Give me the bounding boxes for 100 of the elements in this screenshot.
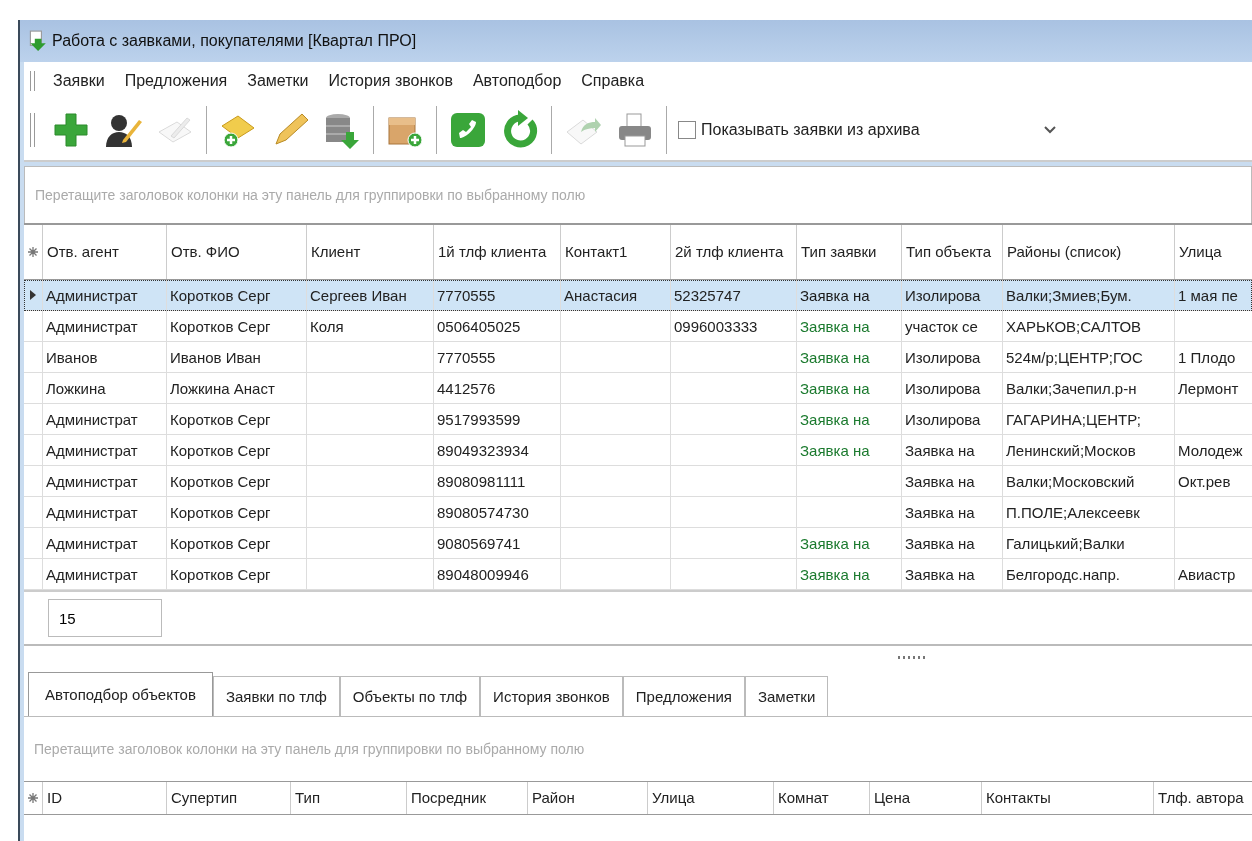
table-row[interactable]: Администрат Коротков Серг 89048009946 Заявка на Заявка на Белгородс.напр. Авиастр — [24, 559, 1252, 590]
tab[interactable]: Объекты по тлф — [339, 676, 481, 716]
table-cell: Заявка на — [905, 565, 975, 583]
table-row[interactable]: Администрат Коротков Серг Сергеев Иван 7770555 Анастасия 52325747 Заявка на Изолирова Валки;Змиев;Бум. 1 мая пе — [24, 280, 1252, 311]
column-header[interactable]: 2й тлф клиента — [670, 225, 796, 279]
column-header[interactable]: Тлф. автора — [1153, 782, 1252, 814]
tab[interactable]: Заметки — [744, 676, 829, 716]
table-cell: 89049323934 — [437, 441, 529, 459]
table-cell: Валки;Змиев;Бум. — [1006, 286, 1132, 304]
table-cell: ХАРЬКОВ;САЛТОВ — [1006, 317, 1142, 335]
table-cell: Коротков Серг — [170, 503, 271, 521]
table-cell: 9080569741 — [437, 534, 521, 552]
column-header[interactable]: ID — [42, 782, 166, 814]
menu-item[interactable]: История звонков — [318, 72, 463, 90]
column-header[interactable]: Тип объекта — [901, 225, 1002, 279]
table-cell: 89080981111 — [437, 472, 526, 490]
table-cell: Заявка на — [800, 379, 870, 397]
table-cell: 524м/р;ЦЕНТР;ГОС — [1006, 348, 1143, 366]
table-cell: Коротков Серг — [170, 286, 271, 304]
column-header[interactable]: Район — [527, 782, 647, 814]
tab[interactable]: Автоподбор объектов — [28, 672, 213, 716]
table-cell: Иванов Иван — [170, 348, 261, 366]
column-header[interactable]: Цена — [869, 782, 981, 814]
table-cell: Заявка на — [800, 286, 870, 304]
table-cell: Заявка на — [905, 441, 975, 459]
column-header[interactable]: Улица — [647, 782, 773, 814]
table-row[interactable]: Администрат Коротков Серг 89080981111 Заявка на Валки;Московский Окт.рев — [24, 466, 1252, 497]
table-cell: Коротков Серг — [170, 472, 271, 490]
column-header[interactable]: Тип — [290, 782, 406, 814]
table-cell: Сергеев Иван — [310, 286, 407, 304]
table-cell: 0996003333 — [674, 317, 758, 335]
checkbox[interactable] — [678, 121, 696, 139]
table-row[interactable]: Ложкина Ложкина Анаст 4412576 Заявка на Изолирова Валки;Зачепил.р-н Лермонт — [24, 373, 1252, 404]
group-panel-hint: Перетащите заголовок колонки на эту панель для группировки по выбранному полю — [34, 741, 585, 757]
table-cell: Белгородс.напр. — [1006, 565, 1120, 583]
table-cell: 52325747 — [674, 286, 741, 304]
table-row[interactable]: Иванов Иванов Иван 7770555 Заявка на Изолирова 524м/р;ЦЕНТР;ГОС 1 Плодо — [24, 342, 1252, 373]
group-panel-hint: Перетащите заголовок колонки на эту панель для группировки по выбранному полю — [35, 187, 586, 203]
table-row[interactable]: Администрат Коротков Серг Коля 0506405025 0996003333 Заявка на участок се ХАРЬКОВ;САЛТОВ — [24, 311, 1252, 342]
table-cell: Заявка на — [905, 534, 975, 552]
table-row[interactable]: Администрат Коротков Серг 9080569741 Заявка на Заявка на Галицький;Валки — [24, 528, 1252, 559]
column-header[interactable]: Районы (список) — [1002, 225, 1174, 279]
table-cell: Ленинский;Москов — [1006, 441, 1136, 459]
table-cell: Анастасия — [564, 286, 638, 304]
table-cell: 1 мая пе — [1178, 286, 1238, 304]
column-header[interactable]: Клиент — [306, 225, 433, 279]
table-cell: Заявка на — [800, 441, 870, 459]
table-cell: ГАГАРИНА;ЦЕНТР; — [1006, 410, 1141, 428]
table-row[interactable]: Администрат Коротков Серг 89049323934 Заявка на Заявка на Ленинский;Москов Молодеж — [24, 435, 1252, 466]
table-cell: Авиастр — [1178, 565, 1236, 583]
column-header[interactable]: Улица — [1174, 225, 1252, 279]
tab[interactable]: Заявки по тлф — [212, 676, 340, 716]
column-header[interactable]: Отв. ФИО — [166, 225, 306, 279]
table-cell: 0506405025 — [437, 317, 521, 335]
table-cell: 9517993599 — [437, 410, 521, 428]
column-header[interactable]: Контакты — [981, 782, 1153, 814]
phone-icon — [448, 110, 488, 150]
table-cell: Валки;Зачепил.р-н — [1006, 379, 1137, 397]
table-cell: Администрат — [46, 472, 138, 490]
tab[interactable]: Предложения — [622, 676, 745, 716]
table-row[interactable]: Администрат Коротков Серг 89080574730 Заявка на П.ПОЛЕ;Алексеевк — [24, 497, 1252, 528]
table-cell: Заявка на — [800, 565, 870, 583]
table-cell: Галицький;Валки — [1006, 534, 1125, 552]
table-cell: Заявка на — [800, 410, 870, 428]
column-header[interactable]: Комнат — [773, 782, 869, 814]
table-cell: Коротков Серг — [170, 317, 271, 335]
table-cell: Иванов — [46, 348, 98, 366]
window-title: Работа с заявками, покупателями [Квартал ПРО] — [52, 32, 417, 50]
table-cell: участок се — [905, 317, 978, 335]
table-cell: Коротков Серг — [170, 534, 271, 552]
table-cell: Изолирова — [905, 348, 981, 366]
table-cell: Администрат — [46, 441, 138, 459]
table-cell: Заявка на — [800, 348, 870, 366]
menu-item[interactable]: Справка — [571, 72, 655, 90]
column-header[interactable]: Тип заявки — [796, 225, 901, 279]
table-cell: Администрат — [46, 286, 138, 304]
menu-item[interactable]: Заявки — [43, 72, 115, 90]
table-cell: Заявка на — [905, 503, 975, 521]
plus-icon — [51, 110, 91, 150]
table-row[interactable]: Администрат Коротков Серг 9517993599 Заявка на Изолирова ГАГАРИНА;ЦЕНТР; — [24, 404, 1252, 435]
menu-item[interactable]: Предложения — [114, 72, 238, 90]
column-header[interactable]: Супертип — [166, 782, 290, 814]
table-cell: Коля — [310, 317, 344, 335]
column-header[interactable]: 1й тлф клиента — [433, 225, 560, 279]
splitter-handle[interactable] — [898, 656, 928, 659]
tab[interactable]: История звонков — [480, 676, 623, 716]
count-field[interactable]: 15 — [48, 599, 162, 637]
menu-item[interactable]: Заметки — [237, 72, 319, 90]
chevron-down-icon[interactable] — [1043, 126, 1056, 134]
table-cell: Лермонт — [1178, 379, 1239, 397]
asterisk-icon — [28, 247, 38, 257]
table-cell: Изолирова — [905, 286, 981, 304]
menu-item[interactable]: Автоподбор — [462, 72, 572, 90]
column-header[interactable]: Отв. агент — [42, 225, 166, 279]
table-cell: Ложкина Анаст — [170, 379, 275, 397]
column-header[interactable]: Посредник — [406, 782, 527, 814]
column-header[interactable]: Контакт1 — [560, 225, 670, 279]
table-cell: Заявка на — [800, 317, 870, 335]
table-cell: Валки;Московский — [1006, 472, 1135, 490]
table-cell: Заявка на — [905, 472, 975, 490]
